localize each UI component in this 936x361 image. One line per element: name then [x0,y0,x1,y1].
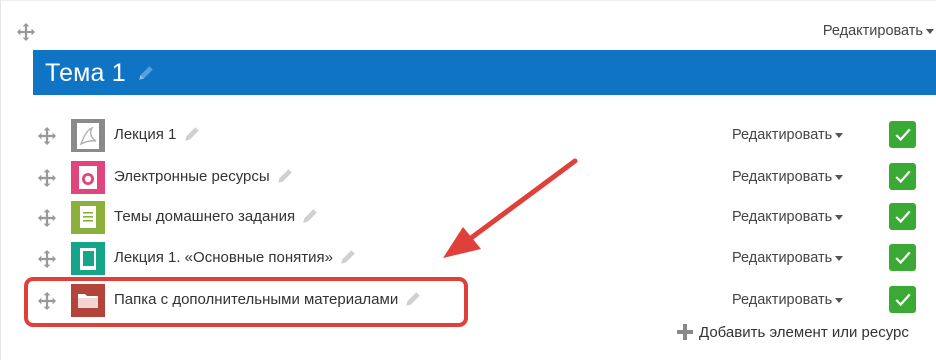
activity-link[interactable]: Лекция 1. «Основные понятия» [114,249,357,266]
activity-row: Темы домашнего задания Редактировать [1,200,936,236]
edit-title-pencil-icon[interactable] [137,64,155,82]
chevron-down-icon [835,174,844,180]
activity-link[interactable]: Лекция 1 [114,126,201,143]
check-icon [894,170,911,183]
edit-label: Редактировать [732,250,833,266]
add-activity-button[interactable]: Добавить элемент или ресурс [677,323,909,341]
check-icon [894,293,911,306]
activity-row: Электронные ресурсы Редактировать [1,160,936,196]
pencil-icon[interactable] [276,167,294,185]
course-section: Редактировать Тема 1 Лекция 1 Редактиров… [0,0,936,360]
check-icon [894,210,911,223]
edit-label: Редактировать [732,127,833,143]
section-move-icon[interactable] [17,23,35,41]
chevron-down-icon [835,132,844,138]
pencil-icon[interactable] [339,248,357,266]
activity-name: Лекция 1. «Основные понятия» [114,249,333,266]
activity-name: Электронные ресурсы [114,168,270,185]
activity-row: Лекция 1 Редактировать [1,118,936,154]
move-icon[interactable] [38,250,56,268]
activity-link[interactable]: Электронные ресурсы [114,168,294,185]
chevron-down-icon [835,214,844,220]
pencil-icon[interactable] [183,125,201,143]
edit-menu[interactable]: Редактировать [732,292,844,308]
pencil-icon[interactable] [301,207,319,225]
edit-label: Редактировать [732,169,833,185]
pdf-icon [71,119,105,152]
completion-checkbox[interactable] [889,163,916,190]
edit-label: Редактировать [732,209,833,225]
move-icon[interactable] [38,169,56,187]
completion-checkbox[interactable] [889,121,916,148]
chevron-down-icon [835,255,844,261]
chevron-down-icon [926,28,934,34]
book-icon [71,242,105,275]
edit-menu[interactable]: Редактировать [732,169,844,185]
page-icon [71,201,105,234]
completion-checkbox[interactable] [889,244,916,271]
plus-icon [677,323,693,340]
move-icon[interactable] [38,127,56,145]
check-icon [894,128,911,141]
check-icon [894,251,911,264]
edit-label: Редактировать [732,292,833,308]
highlight-box [24,277,468,327]
edit-menu[interactable]: Редактировать [732,127,844,143]
activity-row: Лекция 1. «Основные понятия» Редактирова… [1,241,936,277]
add-activity-label: Добавить элемент или ресурс [699,324,909,341]
chevron-down-icon [835,297,844,303]
move-icon[interactable] [38,209,56,227]
section-header: Тема 1 [33,50,936,95]
url-icon [71,161,105,194]
completion-checkbox[interactable] [889,286,916,313]
activity-link[interactable]: Темы домашнего задания [114,208,319,225]
section-title: Тема 1 [45,59,126,87]
edit-menu[interactable]: Редактировать [732,209,844,225]
activity-name: Лекция 1 [114,126,177,143]
completion-checkbox[interactable] [889,203,916,230]
edit-menu[interactable]: Редактировать [732,250,844,266]
activity-name: Темы домашнего задания [114,208,296,225]
section-edit-label: Редактировать [822,23,923,39]
section-edit-menu[interactable]: Редактировать [823,23,934,39]
